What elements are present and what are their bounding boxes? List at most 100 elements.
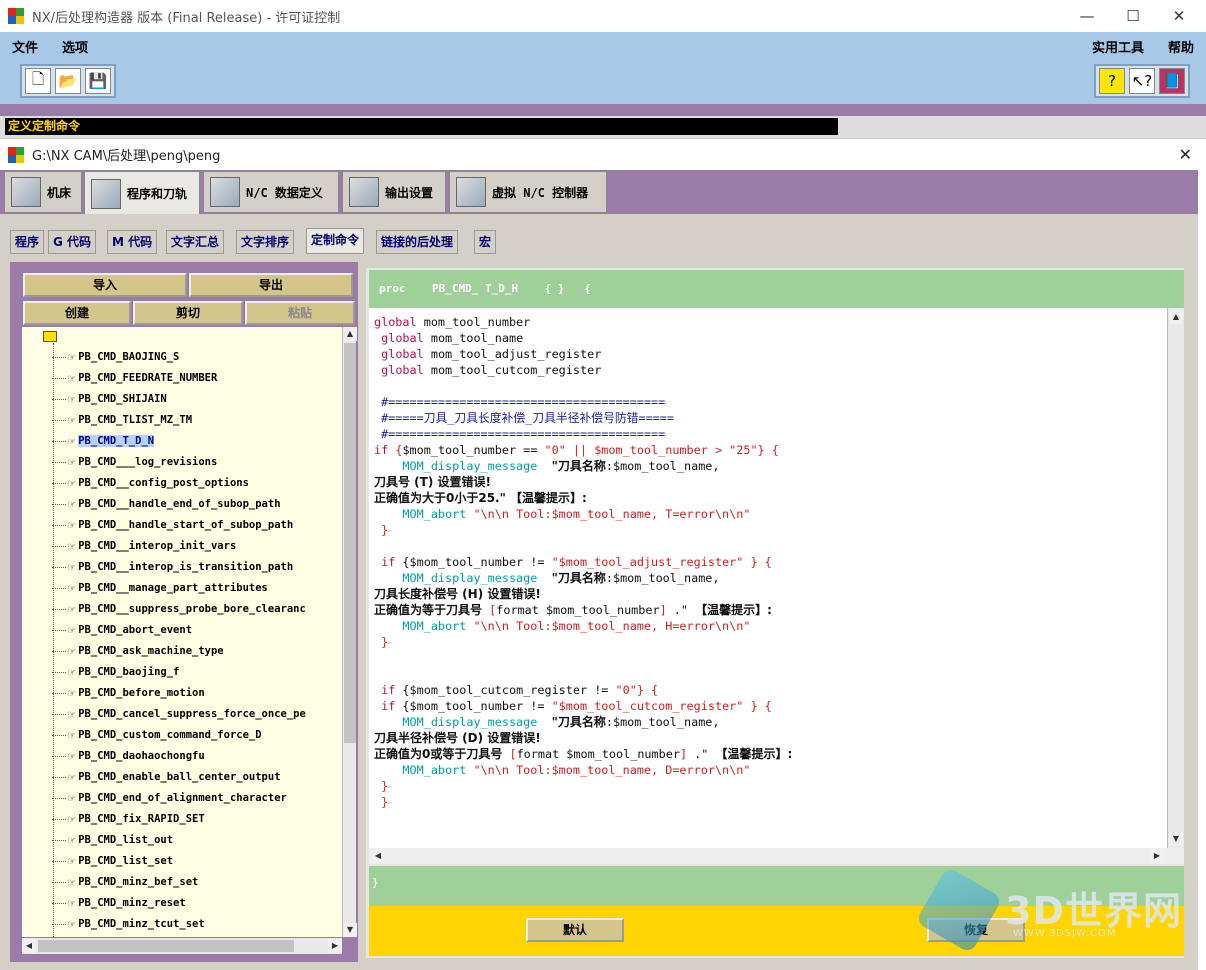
tree-item[interactable]: ☞ PB_CMD_enable_ball_center_output: [52, 767, 281, 787]
create-button[interactable]: 创建: [23, 301, 131, 325]
command-icon: ☞: [68, 917, 76, 931]
new-file-icon[interactable]: 🗋: [25, 68, 51, 94]
import-button[interactable]: 导入: [23, 273, 187, 297]
tree-item[interactable]: ☞ PB_CMD__config_post_options: [52, 473, 249, 493]
tree-item[interactable]: ☞ PB_CMD_abort_event: [52, 620, 192, 640]
tree-item[interactable]: ☞ PB_CMD__handle_start_of_subop_path: [52, 515, 293, 535]
tree-item[interactable]: ☞ PB_CMD_ask_machine_type: [52, 641, 224, 661]
editor-scroll-left-icon[interactable]: ◀: [371, 849, 385, 863]
default-button[interactable]: 默认: [526, 918, 624, 942]
command-icon: ☞: [68, 539, 76, 553]
subtab-custom-command[interactable]: 定制命令: [306, 228, 365, 254]
tree-connector: [52, 524, 66, 526]
machine-icon: [11, 177, 41, 207]
scroll-down-icon[interactable]: ▼: [343, 923, 357, 937]
tab-nc-data-definition[interactable]: N/C 数据定义: [203, 171, 339, 213]
tree-item[interactable]: ☞ PB_CMD_cancel_suppress_force_once_pe: [52, 704, 306, 724]
command-icon: ☞: [68, 644, 76, 658]
subtab-word-summary[interactable]: 文字汇总: [166, 230, 225, 254]
tree-item[interactable]: ☞ PB_CMD_minz_tcut_set: [52, 914, 205, 934]
tree-connector: [52, 818, 66, 820]
paste-button[interactable]: 粘贴: [245, 301, 355, 325]
tree-item[interactable]: ☞ PB_CMD__manage_part_attributes: [52, 578, 268, 598]
minimize-button[interactable]: —: [1064, 0, 1110, 32]
scroll-up-icon[interactable]: ▲: [343, 327, 357, 341]
watermark: 3D世界网 WWW.3DSJW.COM: [915, 866, 1185, 954]
tree-horizontal-scrollbar[interactable]: ◀ ▶: [22, 938, 342, 954]
tree-item[interactable]: ☞ PB_CMD_end_of_alignment_character: [52, 788, 287, 808]
maximize-button[interactable]: ☐: [1110, 0, 1156, 32]
tree-item[interactable]: ☞ PB_CMD_minz_bef_set: [52, 872, 198, 892]
tree-item[interactable]: ☞ PB_CMD_before_motion: [52, 683, 205, 703]
subtab-g-code[interactable]: G 代码: [48, 230, 97, 254]
command-icon: ☞: [68, 728, 76, 742]
scroll-left-icon[interactable]: ◀: [22, 939, 36, 953]
tree-item[interactable]: ☞ PB_CMD__interop_is_transition_path: [52, 557, 293, 577]
editor-scroll-right-icon[interactable]: ▶: [1150, 849, 1164, 863]
tree-vertical-scrollbar[interactable]: ▲ ▼: [342, 327, 357, 937]
tree-item[interactable]: ☞ PB_CMD_T_D_N: [52, 431, 155, 451]
manual-book-icon[interactable]: 📘: [1159, 68, 1185, 94]
export-button[interactable]: 导出: [189, 273, 353, 297]
scroll-thumb[interactable]: [344, 343, 356, 743]
tree-item[interactable]: ☞ PB_CMD_custom_command_force_D: [52, 725, 262, 745]
tree-item[interactable]: ☞ PB_CMD_daohaochongfu: [52, 746, 205, 766]
tree-connector: [52, 440, 66, 442]
tab-program-toolpath[interactable]: 程序和刀轨: [84, 171, 200, 215]
tab-machine[interactable]: 机床: [4, 171, 82, 213]
command-icon: ☞: [68, 875, 76, 889]
scroll-right-icon[interactable]: ▶: [328, 939, 342, 953]
tree-item[interactable]: ☞ PB_CMD_TLIST_MZ_TM: [52, 410, 192, 430]
tree-connector: [52, 608, 66, 610]
context-help-icon[interactable]: ↖?: [1129, 68, 1155, 94]
post-window-title-bar: G:\NX CAM\后处理\peng\peng ✕: [0, 138, 1206, 170]
command-icon: ☞: [68, 413, 76, 427]
tree-connector: [52, 398, 66, 400]
menu-help[interactable]: 帮助: [1168, 37, 1194, 56]
editor-vertical-scrollbar[interactable]: ▲ ▼: [1167, 308, 1184, 848]
command-icon: ☞: [68, 350, 76, 364]
code-editor[interactable]: global mom_tool_number global mom_tool_n…: [369, 308, 1167, 848]
watermark-url: WWW.3DSJW.COM: [1013, 928, 1117, 939]
tree-item[interactable]: ☞ PB_CMD_SHIJAIN: [52, 389, 167, 409]
tree-item[interactable]: ☞ PB_CMD__handle_end_of_subop_path: [52, 494, 281, 514]
tree-connector: [52, 461, 66, 463]
tree-item[interactable]: ☞ PB_CMD_FEEDRATE_NUMBER: [52, 368, 217, 388]
editor-scroll-down-icon[interactable]: ▼: [1169, 832, 1183, 846]
tree-item-label: PB_CMD_end_of_alignment_character: [78, 792, 287, 804]
tree-item-label: PB_CMD__config_post_options: [78, 477, 249, 489]
subtab-linked-posts[interactable]: 链接的后处理: [376, 230, 459, 254]
subtab-m-code[interactable]: M 代码: [107, 230, 158, 254]
post-window-close-button[interactable]: ✕: [1179, 145, 1192, 164]
open-folder-icon[interactable]: 📂: [55, 68, 81, 94]
save-disk-icon[interactable]: 💾: [85, 68, 111, 94]
editor-scroll-up-icon[interactable]: ▲: [1169, 310, 1183, 324]
tab-virtual-nc-controller[interactable]: 虚拟 N/C 控制器: [449, 171, 607, 213]
menu-options[interactable]: 选项: [62, 37, 88, 56]
tree-connector: [52, 692, 66, 694]
menu-file[interactable]: 文件: [12, 37, 38, 56]
menu-utilities[interactable]: 实用工具: [1092, 37, 1144, 56]
subtab-program[interactable]: 程序: [10, 230, 45, 254]
tree-item[interactable]: ☞ PB_CMD_minz_reset: [52, 893, 186, 913]
cut-button[interactable]: 剪切: [133, 301, 243, 325]
subtab-macro[interactable]: 宏: [474, 230, 497, 254]
h-scroll-thumb[interactable]: [38, 940, 294, 952]
tree-item[interactable]: ☞ PB_CMD_list_out: [52, 830, 173, 850]
tree-item[interactable]: ☞ PB_CMD__suppress_probe_bore_clearanc: [52, 599, 306, 619]
tree-item-label: PB_CMD_minz_reset: [78, 897, 186, 909]
tree-item[interactable]: ☞ PB_CMD_fix_RAPID_SET: [52, 809, 205, 829]
tree-connector: [52, 797, 66, 799]
tree-item-label: PB_CMD__handle_end_of_subop_path: [78, 498, 281, 510]
editor-horizontal-scrollbar[interactable]: ◀ ▶: [369, 848, 1184, 864]
tree-item[interactable]: ☞ PB_CMD_BAOJING_S: [52, 347, 179, 367]
tree-item[interactable]: ☞ PB_CMD___log_revisions: [52, 452, 217, 472]
subtab-word-sequence[interactable]: 文字排序: [236, 230, 295, 254]
tab-output-settings[interactable]: 输出设置: [342, 171, 446, 213]
tree-item[interactable]: ☞ PB_CMD_baojing_f: [52, 662, 179, 682]
close-button[interactable]: ✕: [1156, 0, 1202, 32]
command-icon: ☞: [68, 497, 76, 511]
balloon-help-icon[interactable]: ?: [1099, 68, 1125, 94]
tree-item[interactable]: ☞ PB_CMD_list_set: [52, 851, 173, 871]
tree-item[interactable]: ☞ PB_CMD__interop_init_vars: [52, 536, 236, 556]
